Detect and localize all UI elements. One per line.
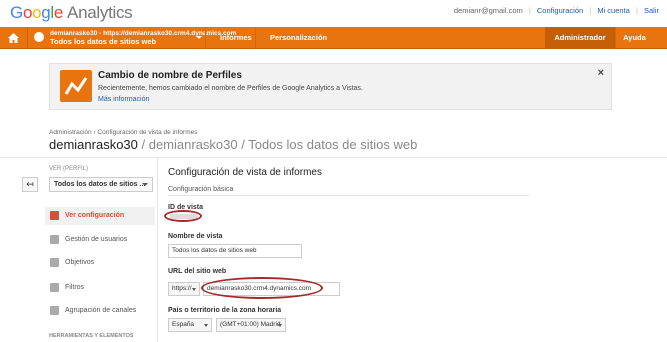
- annotation-oval: [164, 210, 202, 222]
- timezone-select[interactable]: (GMT+01:00) Madrid: [216, 318, 286, 332]
- nav-ayuda[interactable]: Ayuda: [615, 27, 653, 49]
- account-links: demianr@gmail.com | Configuración | Mi c…: [453, 6, 659, 15]
- back-button[interactable]: ↤: [22, 177, 38, 192]
- content-divider: [168, 195, 530, 196]
- back-arrow-icon: ↤: [26, 179, 34, 189]
- page-title: demianrasko30 / demianrasko30 / Todos lo…: [49, 137, 417, 152]
- chevron-down-icon: [142, 183, 148, 186]
- nav-personalizacion[interactable]: Personalización: [255, 27, 341, 49]
- sidebar-item-filtros[interactable]: Filtros: [45, 279, 155, 297]
- content-subtitle: Configuración básica: [168, 186, 234, 193]
- sidebar-section-label: HERRAMIENTAS Y ELEMENTOS: [49, 333, 134, 339]
- sidebar-item-agrupacion-canales[interactable]: Agrupación de canales: [45, 302, 155, 320]
- chevron-down-icon: [192, 288, 196, 291]
- notification-banner: Cambio de nombre de Perfiles Recientemen…: [49, 63, 612, 110]
- channels-icon: [50, 306, 59, 315]
- settings-link[interactable]: Configuración: [537, 6, 583, 15]
- analytics-chart-icon: [60, 70, 92, 102]
- content-title: Configuración de vista de informes: [168, 167, 322, 178]
- nav-administrador[interactable]: Administrador: [545, 27, 615, 49]
- page-title-sub: / demianrasko30 / Todos los datos de sit…: [137, 137, 418, 152]
- home-button[interactable]: [0, 27, 28, 49]
- protocol-select[interactable]: https://: [168, 282, 200, 296]
- annotation-oval: [201, 277, 323, 299]
- user-email: demianr@gmail.com: [453, 6, 523, 15]
- close-icon[interactable]: ×: [598, 67, 604, 79]
- banner-text: Recientemente, hemos cambiado el nombre …: [98, 85, 363, 92]
- chevron-down-icon: [204, 324, 208, 327]
- sidebar-divider: [157, 158, 158, 342]
- sidebar-item-objetivos[interactable]: Objetivos: [45, 254, 155, 272]
- top-bar: Google Analytics demianr@gmail.com | Conf…: [0, 0, 667, 27]
- page-title-main: demianrasko30: [49, 137, 138, 152]
- filter-icon: [50, 283, 59, 292]
- my-account-link[interactable]: Mi cuenta: [597, 6, 630, 15]
- breadcrumb[interactable]: Administración › Configuración de vista …: [49, 129, 197, 136]
- country-select[interactable]: España: [168, 318, 212, 332]
- view-name-input[interactable]: Todos los datos de sitios web: [168, 244, 302, 258]
- google-analytics-logo[interactable]: Google Analytics: [10, 3, 133, 23]
- home-icon: [8, 33, 19, 43]
- chevron-down-icon[interactable]: [196, 36, 202, 39]
- sign-out-link[interactable]: Salir: [644, 6, 659, 15]
- view-select[interactable]: Todos los datos de sitios ...: [49, 177, 153, 192]
- more-info-link[interactable]: Más información: [98, 96, 149, 103]
- chevron-down-icon: [278, 324, 282, 327]
- document-icon: [50, 211, 59, 220]
- flag-icon: [50, 258, 59, 267]
- banner-title: Cambio de nombre de Perfiles: [98, 70, 242, 81]
- view-name-label: Nombre de vista: [168, 233, 223, 240]
- main-nav: demianrasko30 - https://demianrasko30.cr…: [0, 27, 667, 49]
- view-label: VER (PERFIL): [49, 166, 89, 172]
- url-label: URL del sitio web: [168, 268, 227, 275]
- users-icon: [50, 235, 59, 244]
- timezone-label: País o territorio de la zona horaria: [168, 307, 282, 314]
- sidebar-item-ver-configuracion[interactable]: Ver configuración: [45, 207, 155, 225]
- sidebar-item-gestion-usuarios[interactable]: Gestión de usuarios: [45, 231, 155, 249]
- globe-icon: [34, 32, 44, 42]
